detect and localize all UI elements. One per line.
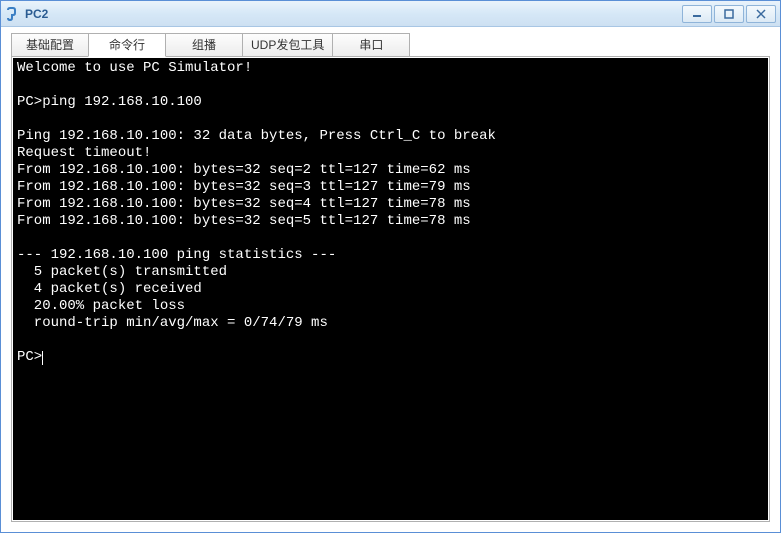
terminal-cursor [42,351,43,365]
terminal-line: From 192.168.10.100: bytes=32 seq=3 ttl=… [17,179,764,196]
terminal-line: From 192.168.10.100: bytes=32 seq=2 ttl=… [17,162,764,179]
close-icon [756,9,766,19]
minimize-icon [692,9,702,19]
terminal-line [17,111,764,128]
terminal-line: 4 packet(s) received [17,281,764,298]
terminal-line: Welcome to use PC Simulator! [17,60,764,77]
tab-udp-tool[interactable]: UDP发包工具 [242,33,333,57]
tab-multicast[interactable]: 组播 [165,33,243,57]
minimize-button[interactable] [682,5,712,23]
terminal-line: 20.00% packet loss [17,298,764,315]
close-button[interactable] [746,5,776,23]
terminal-line: PC>ping 192.168.10.100 [17,94,764,111]
tab-command-line[interactable]: 命令行 [88,33,166,57]
app-window: PC2 基础配置 命令行 组播 UDP发包工具 串口 Welcome to us… [0,0,781,533]
terminal-container: Welcome to use PC Simulator! PC>ping 192… [11,56,770,522]
terminal-line [17,230,764,247]
tab-serial[interactable]: 串口 [332,33,410,57]
window-title: PC2 [25,7,680,21]
terminal-line: From 192.168.10.100: bytes=32 seq=5 ttl=… [17,213,764,230]
terminal-line [17,332,764,349]
terminal[interactable]: Welcome to use PC Simulator! PC>ping 192… [13,58,768,520]
maximize-icon [724,9,734,19]
terminal-line: 5 packet(s) transmitted [17,264,764,281]
terminal-line: Ping 192.168.10.100: 32 data bytes, Pres… [17,128,764,145]
window-controls [680,5,776,23]
terminal-line: --- 192.168.10.100 ping statistics --- [17,247,764,264]
terminal-prompt-line[interactable]: PC> [17,349,764,366]
terminal-line: round-trip min/avg/max = 0/74/79 ms [17,315,764,332]
terminal-line [17,77,764,94]
terminal-line: From 192.168.10.100: bytes=32 seq=4 ttl=… [17,196,764,213]
terminal-prompt: PC> [17,349,42,365]
content-area: 基础配置 命令行 组播 UDP发包工具 串口 Welcome to use PC… [1,27,780,532]
titlebar[interactable]: PC2 [1,1,780,27]
terminal-line: Request timeout! [17,145,764,162]
tabs-row: 基础配置 命令行 组播 UDP发包工具 串口 [11,33,770,57]
maximize-button[interactable] [714,5,744,23]
app-icon [5,6,21,22]
tab-basic-config[interactable]: 基础配置 [11,33,89,57]
